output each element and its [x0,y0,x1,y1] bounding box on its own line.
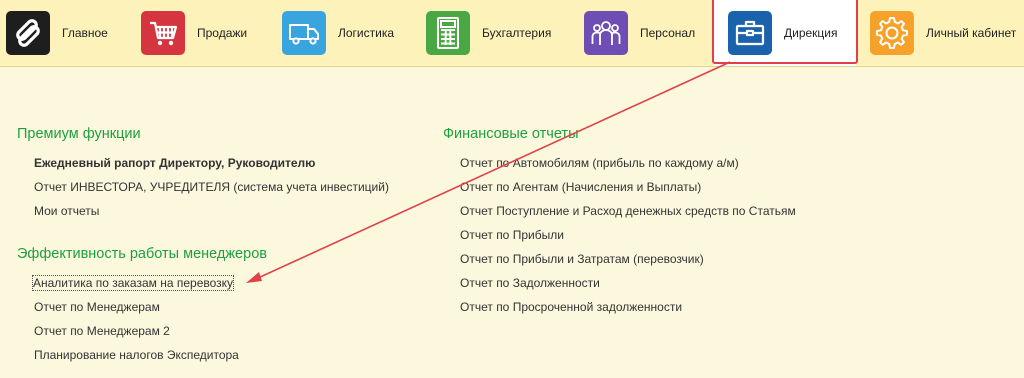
link-managers-report[interactable]: Отчет по Менеджерам [34,300,160,314]
gear-icon [870,11,914,55]
link-vehicles-report[interactable]: Отчет по Автомобилям (прибыль по каждому… [460,156,739,170]
top-navigation: Главное Продажи Логистика Бухгалтерия Пе… [0,0,1024,67]
link-managers-report-2[interactable]: Отчет по Менеджерам 2 [34,324,170,338]
tab-logistics[interactable]: Логистика [282,0,394,66]
tab-main-label: Главное [62,26,108,40]
tab-sales[interactable]: Продажи [141,0,247,66]
tab-personnel-label: Персонал [640,26,696,40]
tab-main[interactable]: Главное [6,0,108,66]
link-agents-report[interactable]: Отчет по Агентам (Начисления и Выплаты) [460,180,701,194]
tab-sales-label: Продажи [197,26,248,40]
link-profit-costs-report[interactable]: Отчет по Прибыли и Затратам (перевозчик) [460,252,704,266]
tab-personnel[interactable]: Персонал [584,0,695,66]
logo-icon [6,11,50,55]
tab-logistics-label: Логистика [338,26,395,40]
link-cashflow-report[interactable]: Отчет Поступление и Расход денежных сред… [460,204,796,218]
link-profit-report[interactable]: Отчет по Прибыли [460,228,564,242]
link-daily-report[interactable]: Ежедневный рапорт Директору, Руководител… [34,156,315,170]
section-title-managers: Эффективность работы менеджеров [17,246,267,262]
briefcase-icon [728,11,772,55]
tab-direction-label: Дирекция [784,26,838,40]
tab-direction[interactable]: Дирекция [714,0,856,66]
truck-icon [282,11,326,55]
section-title-finance: Финансовые отчеты [443,126,579,142]
link-investor-report[interactable]: Отчет ИНВЕСТОРА, УЧРЕДИТЕЛЯ (система уче… [34,180,389,194]
link-tax-planning[interactable]: Планирование налогов Экспедитора [34,348,239,362]
shopping-cart-icon [141,11,185,55]
calculator-icon [426,11,470,55]
tab-accounting[interactable]: Бухгалтерия [426,0,551,66]
tab-accounting-label: Бухгалтерия [482,26,552,40]
people-icon [584,11,628,55]
link-orders-analytics[interactable]: Аналитика по заказам на перевозку [31,275,235,291]
link-overdue-debt-report[interactable]: Отчет по Просроченной задолженности [460,300,682,314]
tab-personal-account-label: Личный кабинет [926,26,1017,40]
section-title-premium: Премиум функции [17,126,141,142]
link-debt-report[interactable]: Отчет по Задолженности [460,276,600,290]
link-my-reports[interactable]: Мои отчеты [34,204,99,218]
tab-personal-account[interactable]: Личный кабинет [870,0,1016,66]
